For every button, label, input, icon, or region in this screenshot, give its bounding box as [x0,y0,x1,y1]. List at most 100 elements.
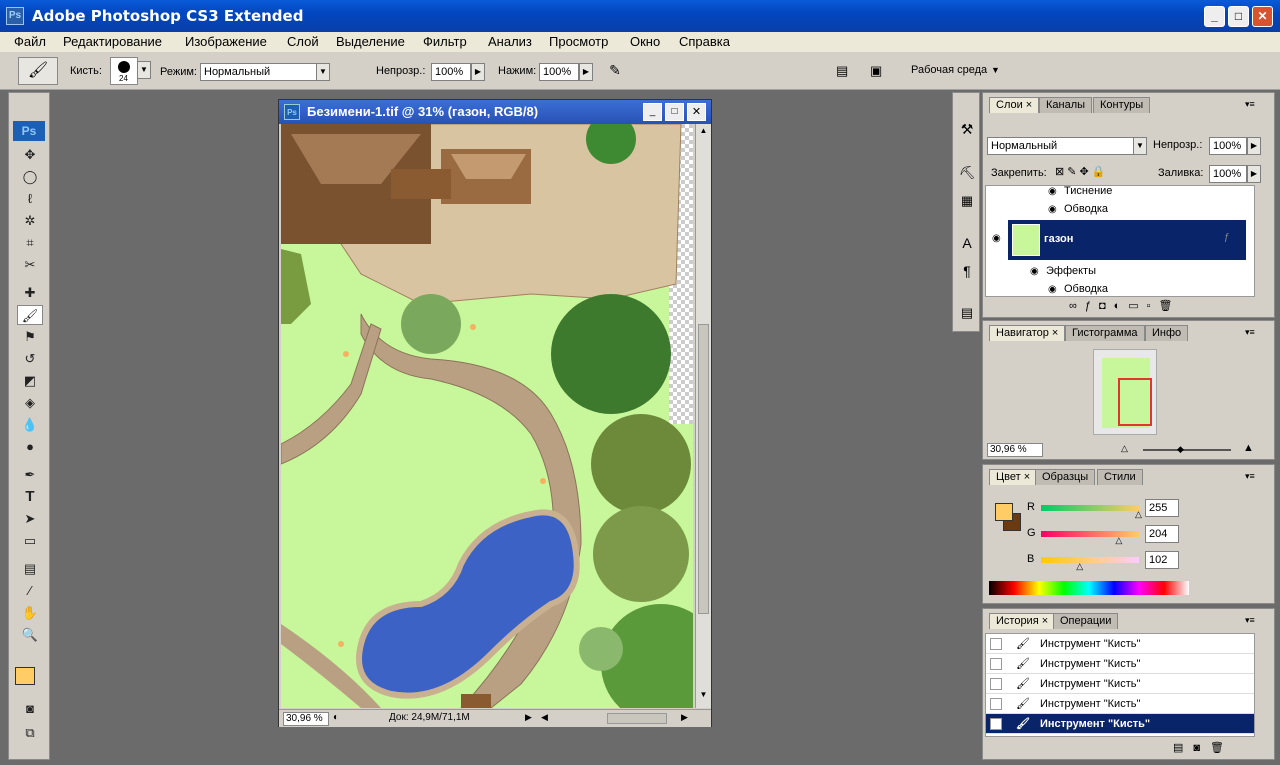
notes-tool-icon[interactable]: ▤ [17,559,43,579]
workspace-menu[interactable]: Рабочая среда [911,64,987,76]
menu-item[interactable]: Выделение [336,34,405,49]
character-icon[interactable]: A [957,235,977,255]
panel-menu-icon[interactable]: ▾≡ [1245,615,1255,626]
navigator-zoom-field[interactable]: 30,96 % [987,443,1043,457]
history-list[interactable]: 🖌 Инструмент "Кисть" 🖌 Инструмент "Кисть" 🖌 И… [985,633,1255,737]
screen-mode-icon[interactable]: ⧉ [17,723,43,743]
brush-picker[interactable]: 24 [110,57,138,85]
slider-thumb-icon[interactable]: △ [1135,509,1142,520]
history-snapshot-checkbox[interactable] [990,718,1002,730]
zoom-out-icon[interactable]: △ [1121,443,1128,454]
history-item[interactable]: 🖌 Инструмент "Кисть" [986,694,1254,714]
opacity-arrow[interactable]: ▶ [471,63,485,81]
eye-icon[interactable]: ◉ [1048,284,1057,295]
history-snapshot-checkbox[interactable] [990,678,1002,690]
lasso-tool-icon[interactable]: ℓ [17,189,43,209]
layer-blend-mode-select[interactable]: Нормальный [987,137,1135,155]
menu-item[interactable]: Файл [14,34,46,49]
close-tab-icon[interactable]: × [1039,615,1048,627]
channel-value-field[interactable]: 204 [1145,525,1179,543]
channel-slider[interactable] [1041,557,1139,563]
menu-item[interactable]: Окно [630,34,660,49]
navigator-zoom-slider[interactable] [1143,449,1231,451]
eye-icon[interactable]: ◉ [1030,266,1039,277]
menu-item[interactable]: Изображение [185,34,267,49]
eye-icon[interactable]: ◉ [1048,204,1057,215]
magic-wand-icon[interactable]: ✲ [17,211,43,231]
document-close-button[interactable]: ✕ [687,103,706,121]
channel-value-field[interactable]: 255 [1145,499,1179,517]
fx-badge-icon[interactable]: ƒ [1224,232,1230,243]
layer-footer-icons[interactable]: ∞ƒ◘◐▭▫🗑 [1069,299,1181,312]
app-icon[interactable]: Ps [6,7,24,25]
scroll-left-icon[interactable]: ◀ [541,712,548,723]
eraser-tool-icon[interactable]: ◩ [17,371,43,391]
menu-item[interactable]: Слой [287,34,319,49]
layer-opacity-arrow[interactable]: ▶ [1247,137,1261,155]
fill-arrow[interactable]: ▶ [1247,165,1261,183]
foreground-color-swatch[interactable] [15,667,35,685]
eye-icon[interactable]: ◉ [1048,186,1057,197]
panel-menu-icon[interactable]: ▾≡ [1245,99,1255,110]
tools-preset-icon[interactable]: ⚒ [957,121,977,143]
close-tab-icon[interactable]: × [1049,327,1058,339]
image-canvas[interactable] [281,124,693,708]
menu-item[interactable]: Справка [679,34,730,49]
measurement-log-icon[interactable]: ▤ [957,305,977,325]
history-footer-icons[interactable]: ▤◙🗑 [1173,741,1234,754]
close-button[interactable]: ✕ [1252,6,1273,27]
color-foreground-swatch[interactable] [995,503,1013,521]
quick-mask-icon[interactable]: ◙ [17,699,43,719]
panel-tab[interactable]: Операции [1053,613,1119,629]
mode-select[interactable]: Нормальный [200,63,318,81]
menu-item[interactable]: Просмотр [549,34,608,49]
history-snapshot-checkbox[interactable] [990,638,1002,650]
history-item[interactable]: 🖌 Инструмент "Кисть" [986,714,1254,734]
healing-brush-icon[interactable]: ✚ [17,283,43,303]
bridge-icon[interactable]: ▣ [870,63,892,81]
panel-tab[interactable]: Инфо [1145,325,1189,341]
hand-tool-icon[interactable]: ✋ [17,603,43,623]
eyedropper-icon[interactable]: ⁄ [17,581,43,601]
maximize-button[interactable]: □ [1228,6,1249,27]
document-vertical-scrollbar[interactable]: ▲ ▼ [695,124,711,708]
panel-tab[interactable]: Образцы [1035,469,1096,485]
menu-item[interactable]: Фильтр [423,34,467,49]
color-spectrum-bar[interactable] [989,581,1189,595]
opacity-field[interactable]: 100% [431,63,471,81]
layers-list[interactable]: ◉ Тиснение ◉ Обводка ◉ газон ƒ ◉ Эффекты ◉ О… [985,185,1255,297]
flow-field[interactable]: 100% [539,63,579,81]
brush-tool-icon[interactable]: 🖌 [17,305,43,325]
layer-effect-row[interactable]: ◉ Обводка [988,280,1254,296]
eye-icon[interactable]: ◉ [992,233,1001,244]
scroll-down-icon[interactable]: ▼ [697,690,710,704]
menu-item[interactable]: Анализ [488,34,532,49]
history-snapshot-checkbox[interactable] [990,698,1002,710]
zoom-tool-icon[interactable]: 🔍 [17,625,43,645]
history-item[interactable]: 🖌 Инструмент "Кисть" [986,634,1254,654]
panel-tab[interactable]: Цвет × [989,469,1038,485]
menu-item[interactable]: Редактирование [63,34,162,49]
panel-tab[interactable]: Контуры [1093,97,1151,113]
channel-value-field[interactable]: 102 [1145,551,1179,569]
panel-tab[interactable]: Стили [1097,469,1143,485]
clone-stamp-icon[interactable]: ⚑ [17,327,43,347]
dodge-tool-icon[interactable]: ● [17,437,43,457]
shape-tool-icon[interactable]: ▭ [17,531,43,551]
history-item[interactable]: 🖌 Инструмент "Кисть" [986,674,1254,694]
minimize-button[interactable]: _ [1204,6,1225,27]
move-tool-icon[interactable]: ✥ [17,145,43,165]
navigator-view-box[interactable] [1118,378,1152,426]
horizontal-scroll-thumb[interactable] [607,713,667,724]
document-maximize-button[interactable]: □ [665,103,684,121]
status-zoom-field[interactable]: 30,96 % [283,712,329,726]
layer-row-selected[interactable]: ◉ газон ƒ [986,220,1254,260]
slice-tool-icon[interactable]: ✂ [17,255,43,275]
zoom-in-icon[interactable]: ▲ [1243,442,1254,454]
fill-field[interactable]: 100% [1209,165,1247,183]
brush-dropdown-arrow[interactable]: ▼ [137,61,151,79]
slider-thumb-icon[interactable]: △ [1076,561,1083,572]
palette-well-icon[interactable]: ▤ [836,63,854,81]
type-tool-icon[interactable]: T [17,487,43,507]
layer-opacity-field[interactable]: 100% [1209,137,1247,155]
